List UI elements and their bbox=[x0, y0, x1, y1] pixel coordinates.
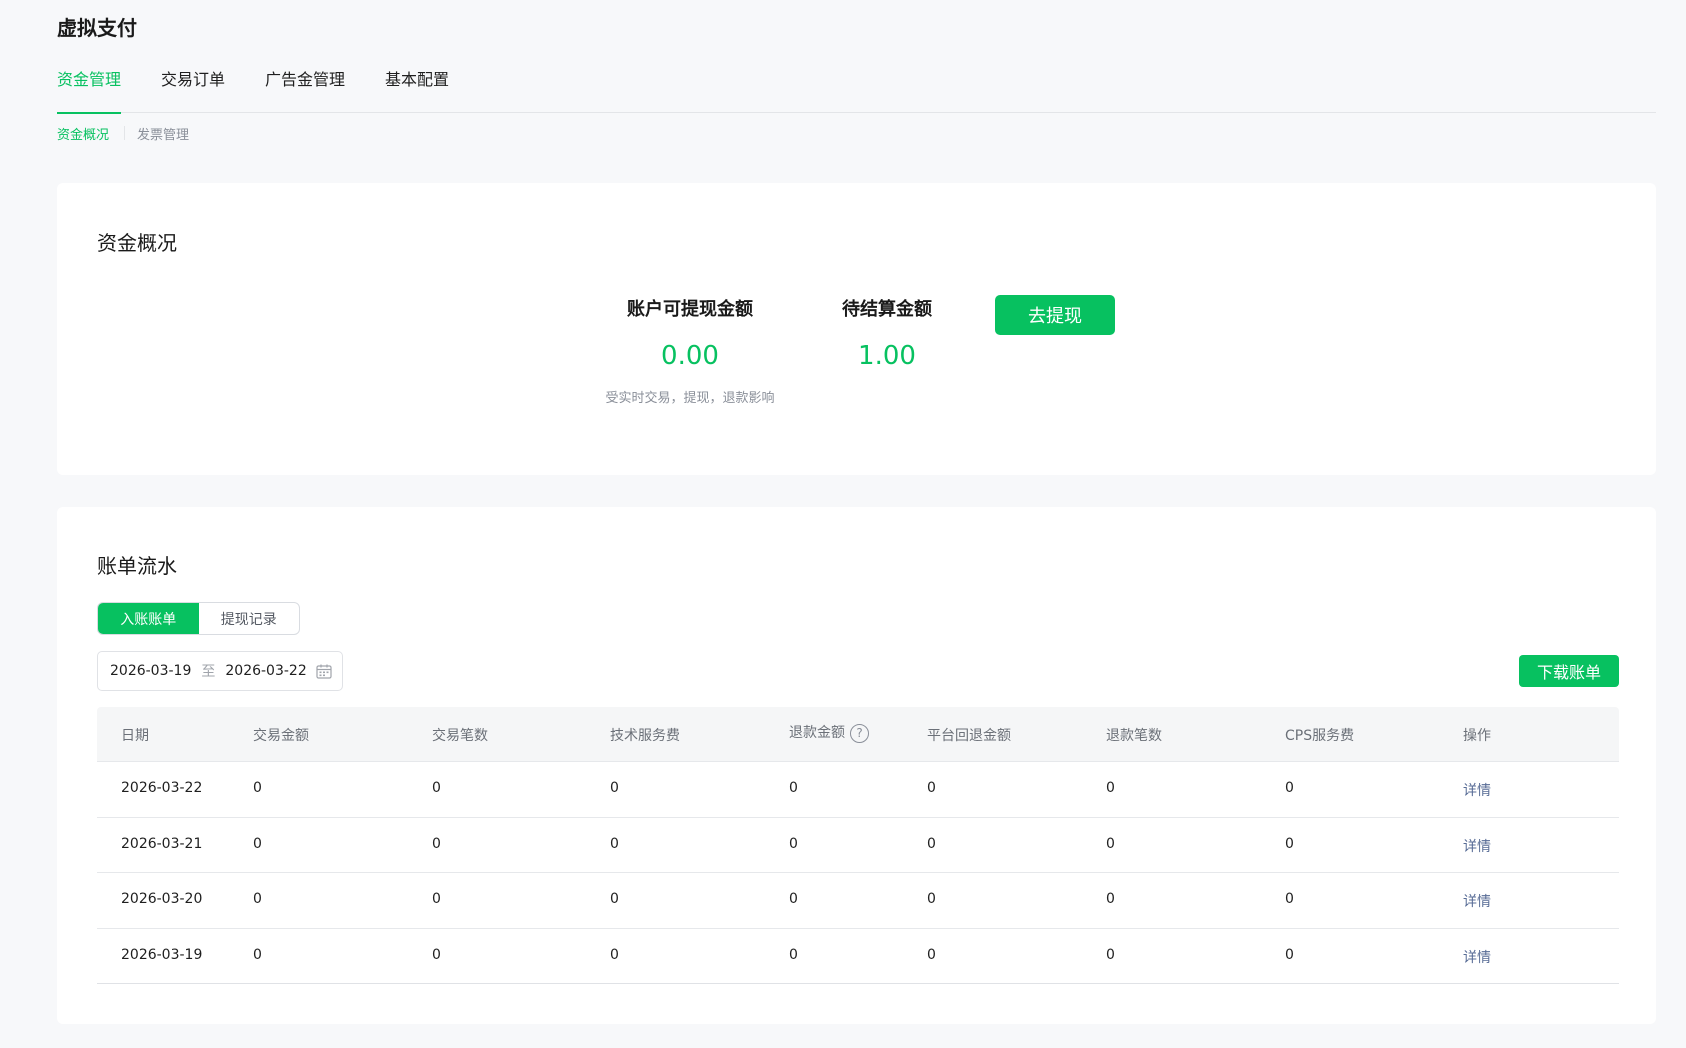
cell-amount: 0 bbox=[253, 891, 262, 907]
cell-refund-amount: 0 bbox=[789, 835, 798, 852]
col-cps-fee: CPS服务费 bbox=[1285, 728, 1355, 744]
table-row: 2026-03-20 0 0 0 0 0 0 0 详情 bbox=[97, 873, 1619, 929]
cell-rollback-amount: 0 bbox=[927, 835, 936, 852]
col-action: 操作 bbox=[1463, 728, 1491, 744]
table-row: 2026-03-22 0 0 0 0 0 0 0 详情 bbox=[97, 762, 1619, 818]
cell-count: 0 bbox=[432, 835, 441, 852]
cell-tech-fee: 0 bbox=[610, 891, 619, 907]
cell-date: 2026-03-21 bbox=[121, 835, 203, 852]
col-date: 日期 bbox=[121, 728, 149, 744]
date-range-picker[interactable]: 2026-03-19 至 2026-03-22 bbox=[97, 651, 343, 691]
date-end[interactable]: 2026-03-22 bbox=[225, 663, 306, 679]
cell-refund-count: 0 bbox=[1106, 891, 1115, 907]
pending-label: 待结算金额 bbox=[842, 299, 932, 320]
detail-link[interactable]: 详情 bbox=[1463, 947, 1491, 967]
cell-cps-fee: 0 bbox=[1285, 835, 1294, 852]
date-start[interactable]: 2026-03-19 bbox=[110, 663, 191, 679]
date-separator: 至 bbox=[201, 664, 216, 680]
cell-amount: 0 bbox=[253, 780, 262, 796]
cell-date: 2026-03-20 bbox=[121, 891, 203, 907]
download-bill-button[interactable]: 下载账单 bbox=[1519, 655, 1619, 687]
cell-count: 0 bbox=[432, 891, 441, 907]
funds-overview-card: 资金概况 账户可提现金额 0.00 受实时交易，提现，退款影响 待结算金额 1.… bbox=[57, 183, 1656, 475]
funds-overview-title: 资金概况 bbox=[97, 231, 177, 255]
withdrawable-label: 账户可提现金额 bbox=[627, 299, 753, 320]
withdrawable-note: 受实时交易，提现，退款影响 bbox=[605, 391, 775, 406]
bill-type-segmented: 入账账单 提现记录 bbox=[97, 602, 300, 635]
cell-refund-amount: 0 bbox=[789, 946, 798, 963]
tab-ad-funds-management[interactable]: 广告金管理 bbox=[265, 66, 345, 113]
cell-tech-fee: 0 bbox=[610, 835, 619, 852]
withdrawable-metric: 账户可提现金额 0.00 受实时交易，提现，退款影响 bbox=[575, 295, 805, 406]
subtab-divider bbox=[124, 126, 125, 140]
cell-refund-count: 0 bbox=[1106, 780, 1115, 796]
col-refund-count: 退款笔数 bbox=[1106, 728, 1162, 744]
cell-refund-count: 0 bbox=[1106, 835, 1115, 852]
cell-rollback-amount: 0 bbox=[927, 780, 936, 796]
segment-withdraw-record[interactable]: 提现记录 bbox=[199, 603, 300, 634]
cell-tech-fee: 0 bbox=[610, 780, 619, 796]
cell-cps-fee: 0 bbox=[1285, 946, 1294, 963]
bill-flow-card: 账单流水 入账账单 提现记录 2026-03-19 至 2026-03-22 下… bbox=[57, 507, 1656, 1024]
detail-link[interactable]: 详情 bbox=[1463, 891, 1491, 911]
bill-flow-title: 账单流水 bbox=[97, 554, 177, 578]
subtab-invoice-management[interactable]: 发票管理 bbox=[137, 124, 189, 143]
tab-funds-management[interactable]: 资金管理 bbox=[57, 66, 122, 114]
cell-tech-fee: 0 bbox=[610, 946, 619, 963]
col-refund-amount-label: 退款金额 bbox=[789, 725, 845, 741]
tab-basic-config[interactable]: 基本配置 bbox=[385, 66, 449, 113]
main-tabs: 资金管理 交易订单 广告金管理 基本配置 bbox=[57, 60, 1656, 114]
app-title: 虚拟支付 bbox=[57, 16, 137, 40]
pending-metric: 待结算金额 1.00 bbox=[817, 295, 957, 371]
tab-transaction-orders[interactable]: 交易订单 bbox=[161, 66, 225, 113]
cell-rollback-amount: 0 bbox=[927, 946, 936, 963]
cell-refund-count: 0 bbox=[1106, 946, 1115, 963]
cell-refund-amount: 0 bbox=[789, 891, 798, 907]
detail-link[interactable]: 详情 bbox=[1463, 780, 1491, 800]
calendar-icon bbox=[316, 664, 332, 679]
question-circle-icon[interactable]: ? bbox=[850, 723, 869, 743]
col-amount: 交易金额 bbox=[253, 728, 309, 744]
subtab-funds-overview[interactable]: 资金概况 bbox=[57, 124, 109, 143]
table-header: 日期 交易金额 交易笔数 技术服务费 退款金额? 平台回退金额 退款笔数 CPS… bbox=[97, 707, 1619, 762]
cell-count: 0 bbox=[432, 780, 441, 796]
pending-value: 1.00 bbox=[858, 341, 916, 371]
bill-table: 日期 交易金额 交易笔数 技术服务费 退款金额? 平台回退金额 退款笔数 CPS… bbox=[97, 707, 1619, 984]
cell-cps-fee: 0 bbox=[1285, 780, 1294, 796]
col-tech-fee: 技术服务费 bbox=[610, 728, 680, 744]
cell-amount: 0 bbox=[253, 946, 262, 963]
cell-date: 2026-03-19 bbox=[121, 946, 203, 963]
cell-refund-amount: 0 bbox=[789, 780, 798, 796]
cell-amount: 0 bbox=[253, 835, 262, 852]
withdraw-button[interactable]: 去提现 bbox=[995, 295, 1115, 335]
cell-cps-fee: 0 bbox=[1285, 891, 1294, 907]
detail-link[interactable]: 详情 bbox=[1463, 836, 1491, 856]
cell-rollback-amount: 0 bbox=[927, 891, 936, 907]
col-rollback-amount: 平台回退金额 bbox=[927, 728, 1011, 744]
cell-count: 0 bbox=[432, 946, 441, 963]
col-refund-amount: 退款金额? bbox=[789, 722, 869, 743]
table-row: 2026-03-19 0 0 0 0 0 0 0 详情 bbox=[97, 929, 1619, 984]
withdrawable-value: 0.00 bbox=[661, 341, 719, 371]
page: 虚拟支付 资金管理 交易订单 广告金管理 基本配置 资金概况 发票管理 资金概况… bbox=[0, 0, 1686, 1048]
col-count: 交易笔数 bbox=[432, 728, 488, 744]
cell-date: 2026-03-22 bbox=[121, 780, 203, 796]
segment-income-bill[interactable]: 入账账单 bbox=[98, 603, 199, 634]
table-row: 2026-03-21 0 0 0 0 0 0 0 详情 bbox=[97, 818, 1619, 873]
